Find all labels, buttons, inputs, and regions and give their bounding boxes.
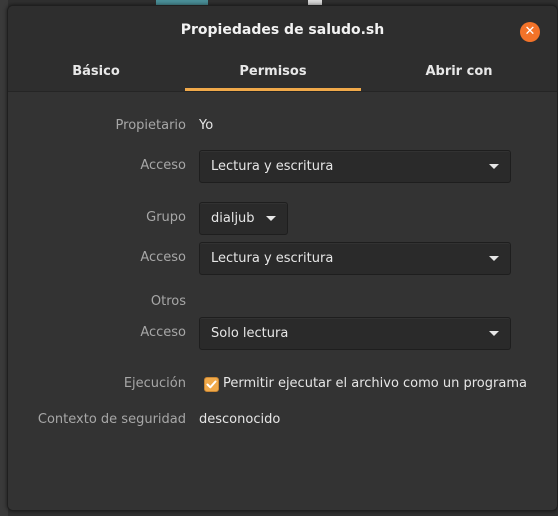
chevron-down-icon (489, 331, 499, 336)
titlebar: Propiedades de saludo.sh ✕ (8, 6, 557, 54)
owner-value: Yo (199, 118, 214, 133)
owner-access-value: Lectura y escritura (211, 159, 334, 174)
group-access-label: Acceso (140, 250, 186, 265)
others-access-value: Solo lectura (211, 326, 289, 341)
owner-access-label: Acceso (140, 158, 186, 173)
check-icon (206, 380, 217, 389)
security-context-value: desconocido (199, 412, 281, 427)
owner-access-select[interactable]: Lectura y escritura (199, 150, 511, 183)
tab-basico[interactable]: Básico (8, 54, 184, 91)
chevron-down-icon (489, 164, 499, 169)
group-access-value: Lectura y escritura (211, 251, 334, 266)
group-label: Grupo (146, 210, 186, 225)
close-button[interactable]: ✕ (520, 22, 540, 42)
group-select[interactable]: dialjub (199, 202, 288, 235)
tab-abrir-con[interactable]: Abrir con (361, 54, 557, 91)
others-access-select[interactable]: Solo lectura (199, 317, 511, 350)
permissions-panel: Propietario Yo Acceso Lectura y escritur… (8, 92, 557, 510)
owner-label: Propietario (115, 118, 186, 133)
execution-checkbox-label[interactable]: Permitir ejecutar el archivo como un pro… (223, 374, 527, 394)
execution-checkbox[interactable] (204, 377, 219, 392)
others-access-label: Acceso (140, 325, 186, 340)
tab-permisos[interactable]: Permisos (185, 54, 361, 91)
others-label: Otros (150, 294, 186, 309)
group-access-select[interactable]: Lectura y escritura (199, 242, 511, 275)
window-title: Propiedades de saludo.sh (180, 22, 385, 38)
execution-label: Ejecución (123, 376, 186, 391)
properties-dialog: Propiedades de saludo.sh ✕ Básico Permis… (7, 5, 558, 511)
tab-bar: Básico Permisos Abrir con (8, 54, 557, 92)
chevron-down-icon (266, 216, 276, 221)
group-value: dialjub (211, 211, 255, 226)
chevron-down-icon (489, 256, 499, 261)
security-context-label: Contexto de seguridad (37, 412, 186, 427)
close-icon: ✕ (524, 24, 536, 39)
